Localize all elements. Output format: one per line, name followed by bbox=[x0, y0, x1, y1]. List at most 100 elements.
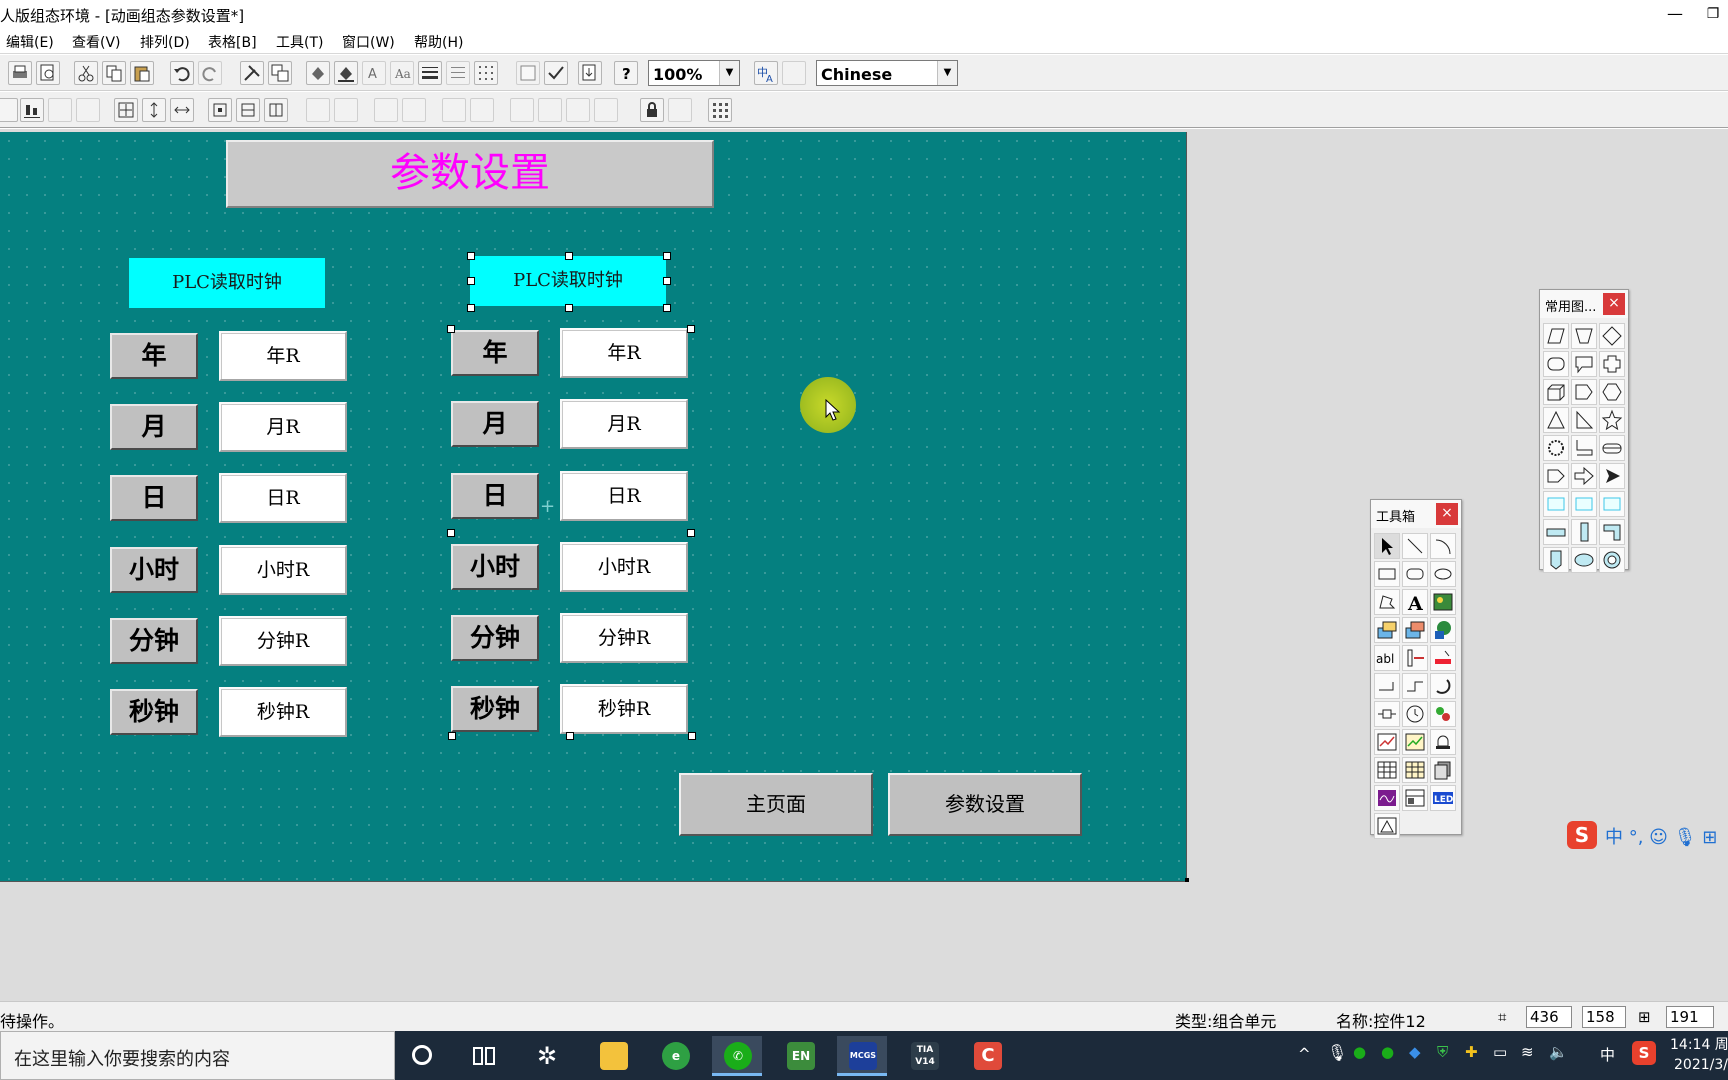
zoom-select[interactable]: 100% ▼ bbox=[648, 60, 740, 86]
selection-handle[interactable] bbox=[663, 252, 671, 260]
center-vertical-icon[interactable] bbox=[236, 98, 260, 122]
selection-handle[interactable] bbox=[467, 252, 475, 260]
wechat-tray-icon-2[interactable]: ● bbox=[1381, 1043, 1394, 1080]
font-color-icon[interactable]: A bbox=[362, 61, 386, 85]
field-year-right[interactable]: 年R bbox=[560, 328, 688, 378]
octagon-icon[interactable] bbox=[1543, 351, 1569, 377]
close-icon[interactable]: × bbox=[1436, 503, 1458, 525]
taskbar-clock[interactable]: 14:14 周 2021/3/ bbox=[1670, 1035, 1728, 1075]
bring-forward-icon[interactable] bbox=[566, 98, 590, 122]
field-hour-right[interactable]: 小时R bbox=[560, 542, 688, 592]
lock-icon[interactable] bbox=[640, 98, 664, 122]
align-bottom-icon[interactable] bbox=[20, 98, 44, 122]
selection-handle[interactable] bbox=[467, 304, 475, 312]
taskbar-app-explorer[interactable] bbox=[588, 1036, 638, 1076]
selection-handle[interactable] bbox=[447, 529, 455, 537]
sogou-tray-icon[interactable]: S bbox=[1632, 1041, 1656, 1065]
arrow-right-outline-icon[interactable] bbox=[1543, 463, 1569, 489]
flow-line-tool-icon[interactable] bbox=[1374, 673, 1400, 699]
taskbar-app-en[interactable]: EN bbox=[775, 1036, 825, 1076]
check-icon[interactable] bbox=[544, 61, 568, 85]
standard-button-tool-icon[interactable] bbox=[1430, 645, 1456, 671]
paste-icon[interactable] bbox=[130, 61, 154, 85]
storage-tool-icon[interactable] bbox=[1430, 757, 1456, 783]
sogou-ime-icon[interactable]: S bbox=[1567, 821, 1597, 849]
history-trend-tool-icon[interactable] bbox=[1402, 729, 1428, 755]
pointer-tool-icon[interactable] bbox=[1374, 533, 1400, 559]
minimize-button[interactable]: — bbox=[1660, 2, 1690, 26]
selection-handle[interactable] bbox=[687, 529, 695, 537]
selection-handle[interactable] bbox=[663, 277, 671, 285]
gear-shape-icon[interactable] bbox=[1543, 435, 1569, 461]
rectangle-tool-icon[interactable] bbox=[1374, 561, 1400, 587]
field-second-left[interactable]: 秒钟R bbox=[219, 687, 347, 737]
same-size-icon[interactable] bbox=[114, 98, 138, 122]
selection-handle[interactable] bbox=[566, 732, 574, 740]
ime-indicator[interactable]: 中 bbox=[1600, 1044, 1615, 1080]
bitmap-tool-icon[interactable] bbox=[1430, 589, 1456, 615]
selection-handle[interactable] bbox=[565, 252, 573, 260]
palette-header[interactable]: 常用图... × bbox=[1540, 290, 1628, 318]
alarm-tool-icon[interactable] bbox=[1430, 729, 1456, 755]
maximize-button[interactable]: ❐ bbox=[1698, 2, 1728, 26]
line-style-icon[interactable] bbox=[418, 61, 442, 85]
center-v-icon[interactable] bbox=[48, 98, 72, 122]
print-icon[interactable] bbox=[8, 61, 32, 85]
cortana-icon[interactable] bbox=[412, 1045, 432, 1065]
align-left-icon[interactable] bbox=[0, 98, 18, 122]
field-month-left[interactable]: 月R bbox=[219, 402, 347, 452]
chevron-up-icon[interactable]: ^ bbox=[1298, 1045, 1311, 1080]
star-icon[interactable] bbox=[1599, 407, 1625, 433]
polygon-tool-icon[interactable] bbox=[1374, 589, 1400, 615]
indicator-tool-icon[interactable] bbox=[1430, 701, 1456, 727]
field-hour-left[interactable]: 小时R bbox=[219, 545, 347, 595]
menu-view[interactable]: 查看(V) bbox=[72, 32, 121, 52]
rect-cyan-icon[interactable] bbox=[1543, 491, 1569, 517]
field-month-right[interactable]: 月R bbox=[560, 399, 688, 449]
task-view-icon[interactable] bbox=[472, 1044, 496, 1068]
center-h-icon[interactable] bbox=[76, 98, 100, 122]
switch-tool-icon[interactable] bbox=[1374, 701, 1400, 727]
menu-tools[interactable]: 工具(T) bbox=[276, 32, 323, 52]
chevron-down-icon[interactable]: ▼ bbox=[937, 61, 957, 85]
pipe-line-tool-icon[interactable] bbox=[1402, 673, 1428, 699]
taskbar-app-wechat[interactable]: ✆ bbox=[712, 1036, 762, 1076]
curve-tool-icon[interactable] bbox=[1374, 785, 1400, 811]
param-settings-button[interactable]: 参数设置 bbox=[888, 773, 1082, 836]
selection-handle[interactable] bbox=[447, 325, 455, 333]
field-year-left[interactable]: 年R bbox=[219, 331, 347, 381]
menu-help[interactable]: 帮助(H) bbox=[414, 32, 463, 52]
symbol-tool-icon[interactable] bbox=[1430, 617, 1456, 643]
selection-handle[interactable] bbox=[448, 732, 456, 740]
tools-icon[interactable] bbox=[240, 61, 264, 85]
cylinder-icon[interactable] bbox=[1599, 435, 1625, 461]
window-layout-icon[interactable] bbox=[268, 61, 292, 85]
volume-icon[interactable]: 🔈 bbox=[1549, 1043, 1568, 1080]
rounded-rect-tool-icon[interactable] bbox=[1402, 561, 1428, 587]
undo-icon[interactable] bbox=[170, 61, 194, 85]
battery-icon[interactable]: ▭ bbox=[1493, 1043, 1507, 1080]
taskbar-search[interactable]: 在这里输入你要搜索的内容 bbox=[0, 1031, 395, 1080]
same-height-icon[interactable] bbox=[142, 98, 166, 122]
page-title[interactable]: 参数设置 bbox=[226, 140, 714, 208]
menu-edit[interactable]: 编辑(E) bbox=[6, 32, 54, 52]
block-arrow-icon[interactable] bbox=[1571, 463, 1597, 489]
center-both-icon[interactable] bbox=[208, 98, 232, 122]
unlock-icon[interactable] bbox=[668, 98, 692, 122]
group-icon[interactable] bbox=[442, 98, 466, 122]
field-minute-right[interactable]: 分钟R bbox=[560, 613, 688, 663]
ellipse-tool-icon[interactable] bbox=[1430, 561, 1456, 587]
ungroup-icon[interactable] bbox=[470, 98, 494, 122]
input-frame-tool-icon[interactable] bbox=[1374, 617, 1400, 643]
security-shield-icon[interactable]: ⛨ bbox=[1437, 1043, 1448, 1080]
ring-icon[interactable] bbox=[1599, 547, 1625, 573]
input-box-tool-icon[interactable]: abl bbox=[1374, 645, 1400, 671]
canvas-resize-handle[interactable] bbox=[1185, 878, 1189, 882]
microphone-icon[interactable]: 🎙 bbox=[1327, 1043, 1347, 1080]
selection-handle[interactable] bbox=[688, 732, 696, 740]
report-tool-icon[interactable] bbox=[1402, 757, 1428, 783]
bring-front-icon[interactable] bbox=[510, 98, 534, 122]
shield-tray-icon[interactable]: ◆ bbox=[1409, 1043, 1421, 1080]
selection-handle[interactable] bbox=[565, 304, 573, 312]
selection-handle[interactable] bbox=[467, 277, 475, 285]
